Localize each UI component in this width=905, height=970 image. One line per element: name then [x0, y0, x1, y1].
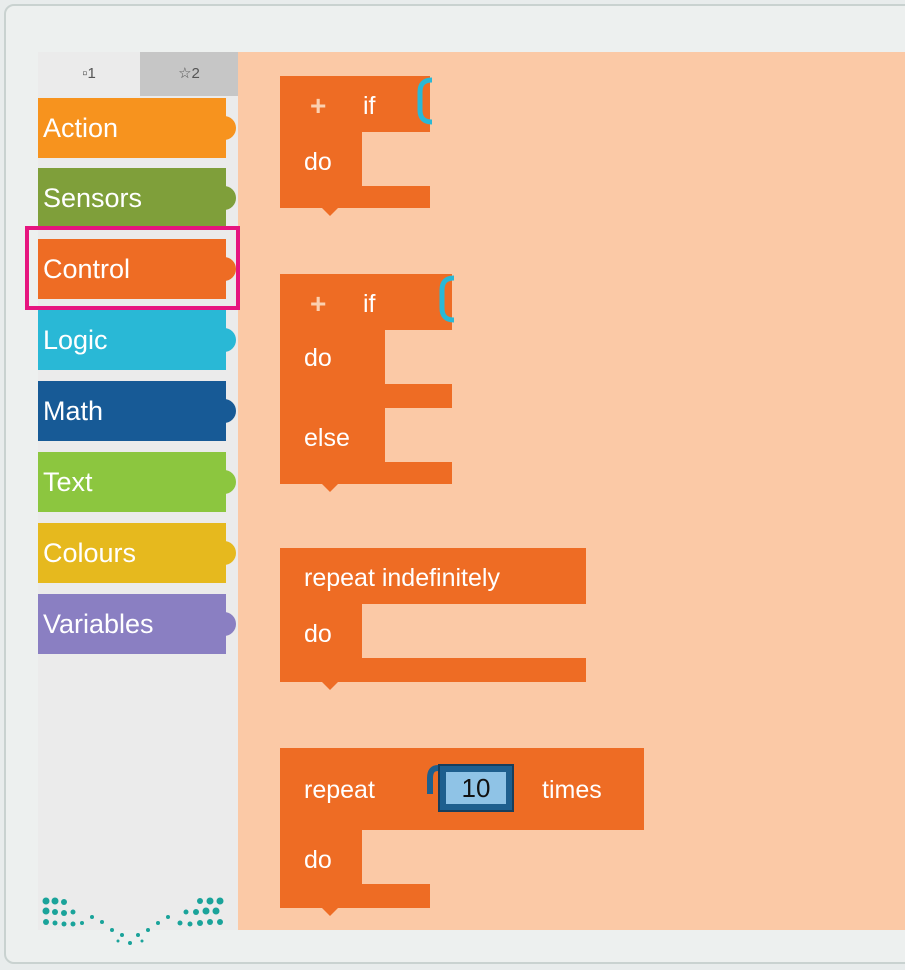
repeat-indefinitely-label: repeat indefinitely: [304, 564, 500, 592]
category-logic[interactable]: Logic: [38, 310, 236, 370]
category-math[interactable]: Math: [38, 381, 236, 441]
ministry-logo-icon: [42, 897, 224, 945]
category-control[interactable]: Control: [38, 239, 236, 299]
tab-1-label: 1: [87, 65, 96, 82]
category-variables[interactable]: Variables: [38, 594, 236, 654]
tab-2-label: 2: [191, 65, 200, 82]
category-text[interactable]: Text: [38, 452, 236, 512]
blockly-editor: ▫1 ☆2 Action Sensors Control Logic Math …: [38, 52, 905, 930]
repeat-label: repeat: [304, 776, 375, 804]
category-text-label: Text: [43, 467, 93, 497]
number-block[interactable]: 10: [438, 764, 514, 812]
star-icon: ☆: [178, 65, 192, 82]
mutator-plus-icon[interactable]: +: [310, 90, 326, 122]
do-keyword: do: [304, 344, 332, 372]
mutator-plus-icon[interactable]: +: [310, 288, 326, 320]
else-keyword: else: [304, 424, 350, 452]
flyout-workspace: + if do + if do else repeat indefinitely…: [238, 52, 905, 930]
category-colours[interactable]: Colours: [38, 523, 236, 583]
do-keyword: do: [304, 846, 332, 874]
category-math-label: Math: [43, 396, 104, 426]
category-sensors[interactable]: Sensors: [38, 168, 236, 228]
toolbox: ▫1 ☆2 Action Sensors Control Logic Math …: [38, 52, 238, 930]
tab-1[interactable]: ▫1: [38, 52, 140, 96]
category-action[interactable]: Action: [38, 98, 236, 158]
repeat-count-input[interactable]: 10: [446, 772, 506, 804]
category-logic-label: Logic: [43, 325, 108, 355]
category-sensors-label: Sensors: [43, 183, 143, 213]
do-keyword: do: [304, 148, 332, 176]
category-control-label: Control: [43, 254, 131, 284]
category-colours-label: Colours: [43, 538, 137, 568]
toolbox-tabs: ▫1 ☆2: [38, 52, 238, 96]
category-action-label: Action: [43, 113, 119, 143]
if-keyword: if: [363, 92, 376, 120]
times-label: times: [542, 776, 602, 804]
tab-2[interactable]: ☆2: [140, 52, 238, 96]
if-keyword: if: [363, 290, 376, 318]
category-variables-label: Variables: [43, 609, 154, 639]
do-keyword: do: [304, 620, 332, 648]
